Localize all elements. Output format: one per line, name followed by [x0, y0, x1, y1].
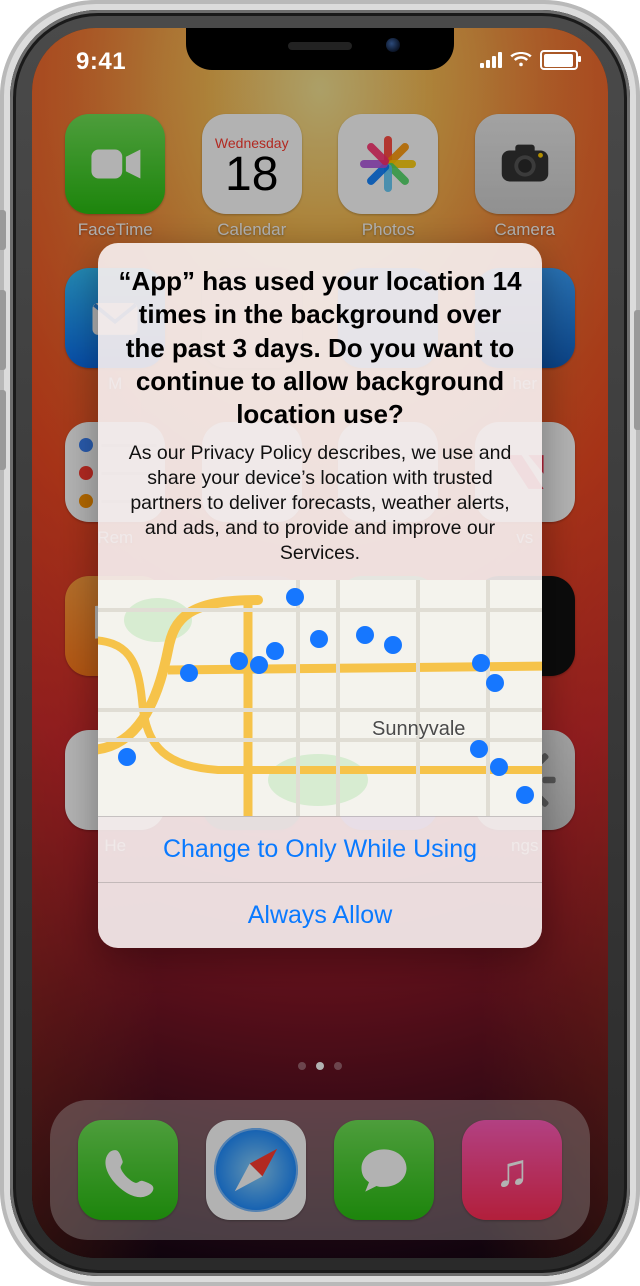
alert-map: Sunnyvale — [98, 580, 542, 816]
location-dot — [230, 652, 248, 670]
location-dot — [286, 588, 304, 606]
location-dot — [384, 636, 402, 654]
always-allow-button[interactable]: Always Allow — [98, 882, 542, 948]
cellular-icon — [480, 52, 502, 68]
location-dot — [516, 786, 534, 804]
screen: FaceTime Wednesday 18 Calendar — [32, 28, 608, 1258]
status-time: 9:41 — [76, 48, 126, 76]
mute-switch — [0, 210, 6, 250]
location-dot — [490, 758, 508, 776]
status-bar: 9:41 — [32, 42, 608, 84]
location-dot — [118, 748, 136, 766]
volume-down-button — [0, 390, 6, 470]
map-place-label: Sunnyvale — [372, 718, 465, 741]
location-permission-alert: “App” has used your location 14 times in… — [98, 243, 542, 948]
location-dot — [250, 656, 268, 674]
location-dot — [472, 654, 490, 672]
power-button — [634, 310, 640, 430]
battery-icon — [540, 50, 578, 70]
alert-title: “App” has used your location 14 times in… — [118, 265, 522, 431]
location-dot — [470, 740, 488, 758]
change-to-while-using-button[interactable]: Change to Only While Using — [98, 816, 542, 882]
location-dot — [266, 642, 284, 660]
location-dot — [486, 674, 504, 692]
volume-up-button — [0, 290, 6, 370]
location-dot — [356, 626, 374, 644]
wifi-icon — [510, 52, 532, 68]
alert-body: As our Privacy Policy describes, we use … — [118, 441, 522, 566]
location-dot — [310, 630, 328, 648]
location-dot — [180, 664, 198, 682]
phone-frame: FaceTime Wednesday 18 Calendar — [0, 0, 640, 1286]
